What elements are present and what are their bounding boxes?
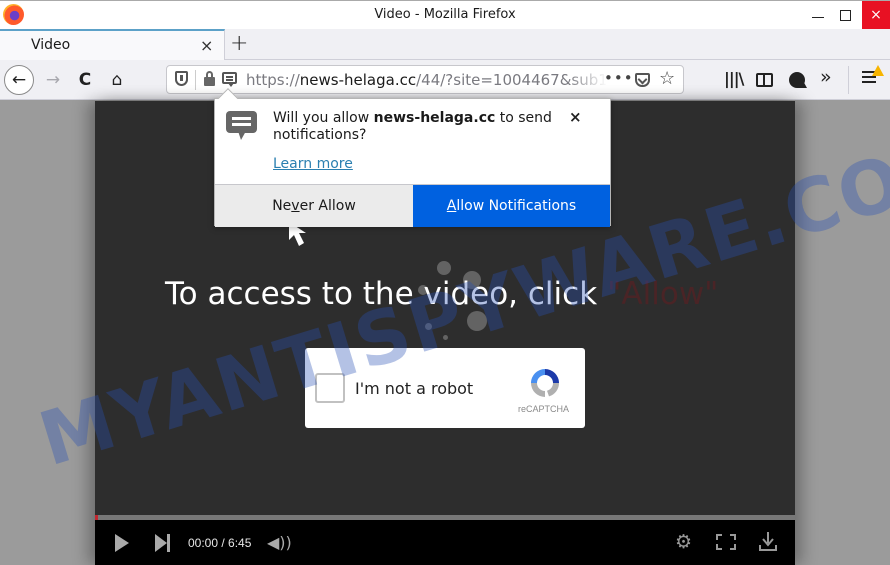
update-warning-badge-icon — [872, 65, 884, 76]
spinner-dot — [443, 335, 448, 340]
recaptcha-widget: I'm not a robot reCAPTCHA — [305, 348, 585, 428]
tracking-protection-shield-icon[interactable] — [175, 71, 188, 86]
window-title: Video - Mozilla Firefox — [374, 7, 516, 22]
play-icon[interactable] — [115, 534, 129, 552]
back-arrow-icon: ← — [11, 70, 27, 90]
fs-corner — [716, 544, 722, 550]
notification-permission-popup: Will you allow news-helaga.cc to send no… — [214, 88, 611, 227]
forward-arrow-icon: → — [45, 70, 61, 90]
notification-message: Will you allow news-helaga.cc to send no… — [273, 110, 563, 144]
home-button[interactable]: ⌂ — [102, 65, 132, 95]
tab-title: Video — [31, 37, 71, 53]
reload-icon: C — [78, 70, 92, 90]
forward-button[interactable]: → — [38, 65, 68, 95]
url-scheme: https:// — [246, 71, 300, 89]
headline-allow-text: "Allow" — [607, 276, 719, 312]
fs-corner — [716, 534, 722, 540]
recaptcha-brand: reCAPTCHA — [518, 404, 570, 414]
next-icon[interactable] — [155, 534, 170, 552]
download-icon[interactable] — [759, 532, 777, 552]
maximize-button[interactable] — [826, 1, 864, 29]
fullscreen-icon[interactable] — [716, 534, 736, 550]
extension-warning-icon[interactable] — [789, 72, 807, 88]
never-allow-button[interactable]: Ne v er Allow — [215, 185, 413, 227]
tab-strip: Video × + — [0, 29, 890, 60]
learn-more-link[interactable]: Learn more — [273, 156, 353, 172]
close-window-button[interactable]: × — [862, 1, 890, 29]
notification-chat-icon — [226, 111, 257, 140]
spinner-dot — [467, 311, 487, 331]
url-bar[interactable]: https://news-helaga.cc/44/?site=1004467&… — [166, 65, 684, 94]
home-icon: ⌂ — [111, 70, 123, 90]
label-part: Ne — [272, 198, 292, 214]
spinner-dot — [425, 323, 432, 330]
settings-gear-icon[interactable]: ⚙ — [675, 531, 692, 553]
message-prefix: Will you allow — [273, 110, 374, 126]
reload-button[interactable]: C — [70, 65, 100, 95]
overflow-menu-icon[interactable]: » — [820, 66, 832, 88]
library-icon[interactable]: |||\ — [724, 69, 744, 88]
navigation-toolbar: ← → C ⌂ https://news-helaga.cc/44/?site=… — [0, 60, 890, 100]
notification-permission-icon[interactable] — [222, 72, 237, 87]
allow-notifications-button[interactable]: Allow Notifications — [413, 185, 610, 227]
label-part: er Allow — [299, 198, 356, 214]
url-separator — [195, 70, 196, 90]
popup-footer: Ne v er Allow Allow Notifications — [215, 184, 610, 227]
player-controls: 00:00 / 6:45 ◀)) ⚙ — [95, 520, 795, 565]
spinner-dot — [437, 261, 451, 275]
time-display: 00:00 / 6:45 — [188, 536, 252, 550]
lock-icon[interactable] — [204, 71, 215, 86]
tab-video[interactable]: Video × — [0, 29, 225, 60]
popup-close-button[interactable]: × — [569, 108, 582, 126]
bookmark-star-icon[interactable]: ☆ — [659, 68, 675, 89]
maximize-icon — [839, 9, 851, 21]
captcha-checkbox[interactable] — [315, 373, 345, 403]
label-part: llow Notifications — [456, 198, 577, 214]
url-text[interactable]: https://news-helaga.cc/44/?site=1004467&… — [246, 71, 606, 89]
message-site: news-helaga.cc — [373, 110, 496, 126]
title-bar: Video - Mozilla Firefox × — [0, 0, 890, 29]
sidebar-toggle-icon[interactable] — [756, 73, 773, 87]
url-fade — [567, 68, 607, 92]
url-host: news-helaga.cc — [299, 71, 417, 89]
headline: To access to the video, click "Allow" — [165, 276, 718, 312]
close-icon: × — [870, 7, 882, 23]
captcha-label: I'm not a robot — [355, 379, 474, 398]
accesskey: v — [291, 198, 300, 214]
headline-text: To access to the video, click — [165, 276, 598, 312]
fs-corner — [730, 534, 736, 540]
pocket-icon[interactable] — [635, 73, 650, 87]
volume-icon[interactable]: ◀)) — [267, 533, 292, 552]
page-actions-more-icon[interactable]: ••• — [604, 69, 634, 87]
accesskey: A — [446, 198, 457, 214]
minimize-icon — [812, 16, 824, 18]
fs-corner — [730, 544, 736, 550]
tab-close-button[interactable]: × — [200, 36, 213, 55]
back-button[interactable]: ← — [4, 65, 34, 95]
toolbar-separator — [848, 66, 849, 94]
recaptcha-logo-icon — [531, 369, 559, 397]
new-tab-button[interactable]: + — [230, 31, 248, 56]
